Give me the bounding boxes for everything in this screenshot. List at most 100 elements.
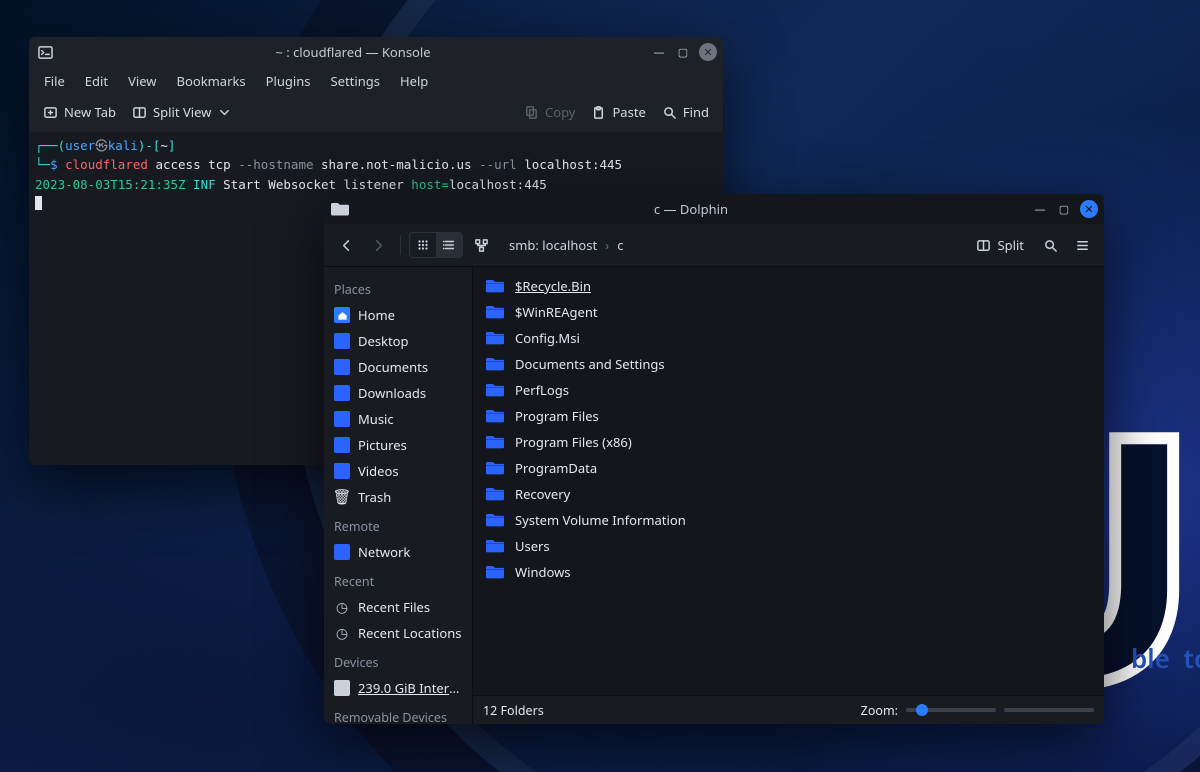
nav-forward-button[interactable] (364, 231, 392, 259)
file-item[interactable]: Windows (477, 559, 1100, 585)
breadcrumb[interactable]: smb: localhost › c (509, 236, 623, 254)
documents-icon (334, 359, 350, 375)
file-name: System Volume Information (515, 511, 686, 529)
file-item[interactable]: Config.Msi (477, 325, 1100, 351)
paste-icon (591, 105, 606, 120)
file-name: $Recycle.Bin (515, 277, 591, 295)
dolphin-title: c — Dolphin (350, 200, 1032, 218)
places-header: Places (324, 273, 472, 302)
konsole-toolbar: New Tab Split View Copy Paste Find (29, 95, 723, 132)
file-item[interactable]: $Recycle.Bin (477, 273, 1100, 299)
konsole-menubar: File Edit View Bookmarks Plugins Setting… (29, 67, 723, 95)
new-tab-icon (43, 105, 58, 120)
dolphin-minimize-button[interactable]: — (1032, 201, 1048, 217)
zoom-slider-right[interactable] (1004, 708, 1094, 712)
recent-header: Recent (324, 565, 472, 594)
menu-settings[interactable]: Settings (322, 69, 389, 93)
paste-button[interactable]: Paste (583, 99, 653, 125)
sidebar-item-desktop[interactable]: Desktop (324, 328, 472, 354)
file-item[interactable]: Program Files (477, 403, 1100, 429)
file-item[interactable]: Recovery (477, 481, 1100, 507)
copy-button[interactable]: Copy (516, 99, 583, 125)
menu-file[interactable]: File (35, 69, 74, 93)
sidebar-item-recent-locations[interactable]: ◷Recent Locations (324, 620, 472, 646)
konsole-app-icon (35, 42, 55, 62)
menu-help[interactable]: Help (391, 69, 437, 93)
sidebar-item-recent-files[interactable]: ◷Recent Files (324, 594, 472, 620)
file-name: Windows (515, 563, 571, 581)
split-view-label: Split View (153, 103, 211, 121)
nav-back-button[interactable] (332, 231, 360, 259)
sidebar-item-network[interactable]: Network (324, 539, 472, 565)
cmd-args1: access tcp (148, 157, 238, 172)
hamburger-menu-button[interactable] (1068, 231, 1096, 259)
menu-edit[interactable]: Edit (76, 69, 117, 93)
sidebar-item-music[interactable]: Music (324, 406, 472, 432)
new-tab-button[interactable]: New Tab (35, 99, 124, 125)
file-item[interactable]: Documents and Settings (477, 351, 1100, 377)
sidebar-item-pictures[interactable]: Pictures (324, 432, 472, 458)
sidebar-item-trash[interactable]: 🗑Trash (324, 484, 472, 510)
folder-icon (485, 460, 505, 476)
folder-icon (330, 199, 350, 219)
sidebar-item-internal-drive[interactable]: 239.0 GiB Internal Drive … (324, 675, 472, 701)
folder-icon (485, 330, 505, 346)
file-item[interactable]: Program Files (x86) (477, 429, 1100, 455)
sidebar-item-videos[interactable]: Videos (324, 458, 472, 484)
file-item[interactable]: Users (477, 533, 1100, 559)
find-button[interactable]: Find (654, 99, 717, 125)
zoom-slider-left[interactable] (906, 708, 996, 712)
file-item[interactable]: $WinREAgent (477, 299, 1100, 325)
search-button[interactable] (1036, 231, 1064, 259)
folder-icon (485, 512, 505, 528)
find-label: Find (683, 103, 709, 121)
log-msg: Start Websocket listener (216, 177, 412, 192)
split-icon (976, 238, 991, 253)
menu-bookmarks[interactable]: Bookmarks (168, 69, 255, 93)
remote-header: Remote (324, 510, 472, 539)
desktop: U ble to ~ : cloudflared — Konsole — ▢ ✕… (0, 0, 1200, 772)
file-list[interactable]: $Recycle.Bin $WinREAgent Config.Msi Documen… (473, 267, 1104, 695)
file-item[interactable]: System Volume Information (477, 507, 1100, 533)
dolphin-statusbar: 12 Folders Zoom: (473, 695, 1104, 724)
trash-icon: 🗑 (334, 489, 350, 505)
dolphin-close-button[interactable]: ✕ (1080, 200, 1098, 218)
log-level: INF (193, 177, 216, 192)
pictures-icon (334, 437, 350, 453)
file-item[interactable]: ProgramData (477, 455, 1100, 481)
konsole-minimize-button[interactable]: — (651, 44, 667, 60)
file-item[interactable]: PerfLogs (477, 377, 1100, 403)
view-tree-button[interactable] (467, 231, 495, 259)
view-icons-button[interactable] (410, 233, 436, 257)
folder-icon (485, 408, 505, 424)
home-icon (334, 307, 350, 323)
dolphin-titlebar[interactable]: c — Dolphin — ▢ ✕ (324, 194, 1104, 224)
sidebar-item-downloads[interactable]: Downloads (324, 380, 472, 406)
file-name: Recovery (515, 485, 570, 503)
split-view-button[interactable]: Split View (124, 99, 240, 125)
zoom-label: Zoom: (861, 702, 898, 719)
sidebar-item-home[interactable]: Home (324, 302, 472, 328)
breadcrumb-leaf[interactable]: c (617, 236, 623, 254)
prompt-at: ㉿ (95, 138, 108, 153)
view-list-button[interactable] (436, 233, 462, 257)
prompt-user: user (65, 138, 95, 153)
new-tab-label: New Tab (64, 103, 116, 121)
file-name: Config.Msi (515, 329, 580, 347)
music-icon (334, 411, 350, 427)
search-icon (662, 105, 677, 120)
zoom-knob[interactable] (916, 704, 928, 716)
split-button[interactable]: Split (968, 232, 1032, 258)
konsole-maximize-button[interactable]: ▢ (675, 44, 691, 60)
breadcrumb-root[interactable]: smb: localhost (509, 236, 597, 254)
wallpaper-subtext: ble to (1131, 640, 1200, 676)
dolphin-maximize-button[interactable]: ▢ (1056, 201, 1072, 217)
menu-view[interactable]: View (119, 69, 165, 93)
konsole-close-button[interactable]: ✕ (699, 43, 717, 61)
konsole-titlebar[interactable]: ~ : cloudflared — Konsole — ▢ ✕ (29, 37, 723, 67)
downloads-icon (334, 385, 350, 401)
menu-plugins[interactable]: Plugins (257, 69, 320, 93)
log-host-val: localhost:445 (449, 177, 547, 192)
sidebar-item-documents[interactable]: Documents (324, 354, 472, 380)
folder-icon (485, 486, 505, 502)
